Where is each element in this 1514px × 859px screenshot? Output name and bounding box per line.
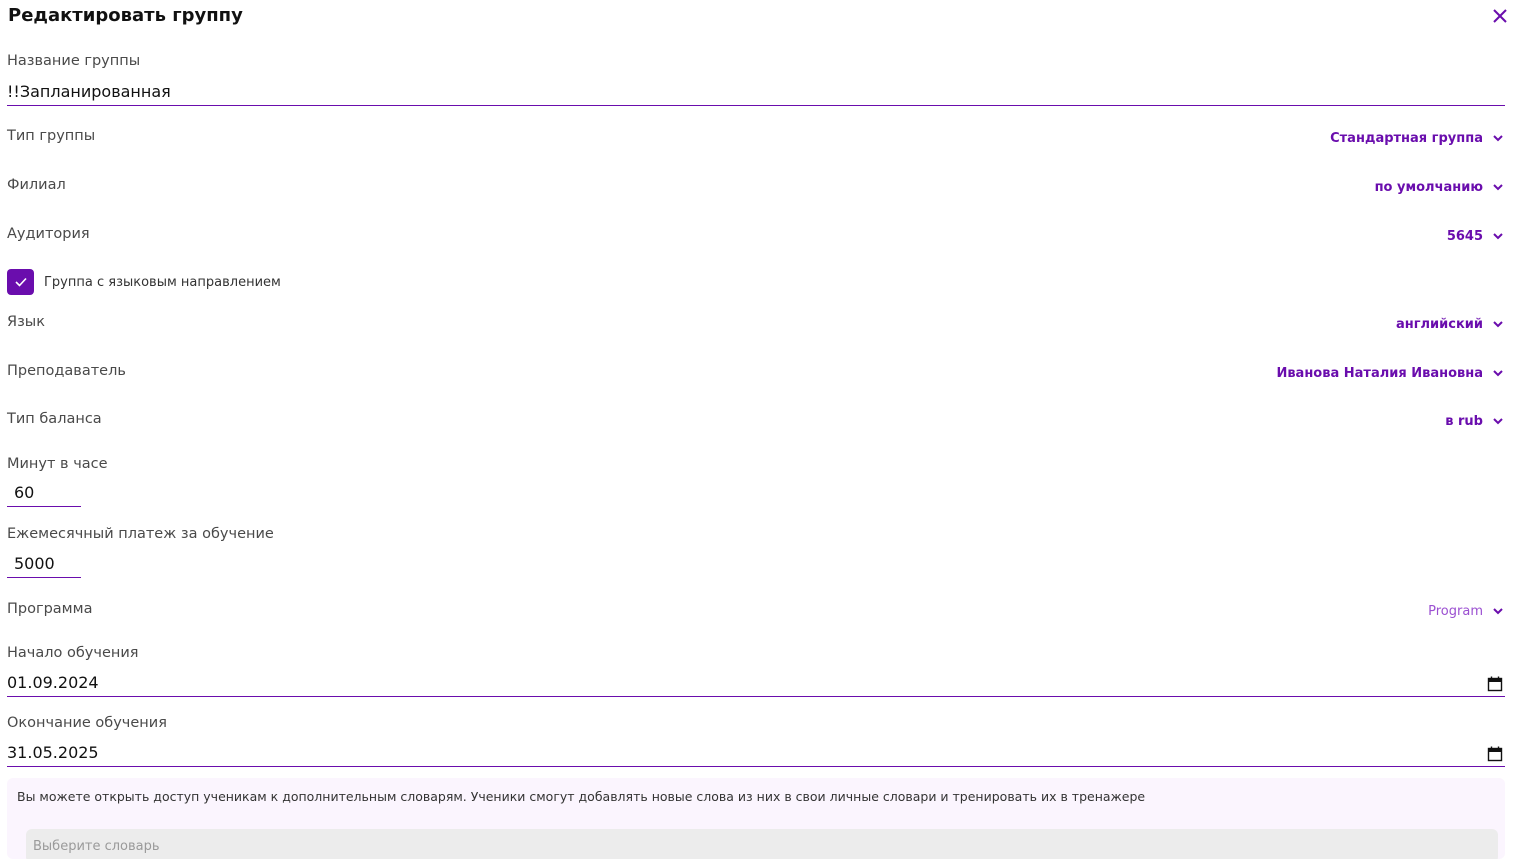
chevron-down-icon <box>1493 135 1503 142</box>
close-icon <box>1493 9 1507 23</box>
room-label: Аудитория <box>7 226 90 242</box>
teacher-select[interactable]: Иванова Наталия Ивановна <box>1276 361 1505 385</box>
balance-type-value: в rub <box>1445 413 1483 429</box>
minutes-per-hour-label: Минут в часе <box>7 456 108 472</box>
branch-select[interactable]: по умолчанию <box>1375 175 1505 199</box>
chevron-down-icon <box>1493 370 1503 377</box>
end-date-input[interactable]: 31.05.2025 <box>7 741 1505 767</box>
group-name-label: Название группы <box>7 53 141 69</box>
language-value: английский <box>1395 316 1483 332</box>
start-date-input[interactable]: 01.09.2024 <box>7 671 1505 697</box>
language-row: Язык английский <box>7 312 1505 336</box>
group-type-row: Тип группы Стандартная группа <box>7 126 1505 150</box>
teacher-value: Иванова Наталия Ивановна <box>1276 365 1483 381</box>
dialog-header: Редактировать группу <box>8 4 1508 28</box>
language-group-row: Группа с языковым направлением <box>7 269 281 295</box>
chevron-down-icon <box>1493 418 1503 425</box>
dictionary-select[interactable]: Выберите словарь <box>26 829 1498 859</box>
checkmark-icon <box>14 277 27 287</box>
start-date-label: Начало обучения <box>7 645 139 661</box>
end-date-value: 31.05.2025 <box>7 743 99 762</box>
program-row: Программа Program <box>7 599 1505 623</box>
program-select[interactable]: Program <box>1428 599 1505 623</box>
close-button[interactable] <box>1490 6 1510 26</box>
group-type-value: Стандартная группа <box>1330 130 1483 146</box>
dictionary-select-placeholder: Выберите словарь <box>33 839 160 854</box>
balance-type-row: Тип баланса в rub <box>7 409 1505 433</box>
room-select[interactable]: 5645 <box>1447 224 1505 248</box>
group-type-select[interactable]: Стандартная группа <box>1330 126 1505 150</box>
language-group-label: Группа с языковым направлением <box>44 274 281 290</box>
edit-group-dialog: Редактировать группу Название группы !!З… <box>0 0 1514 859</box>
end-date-label: Окончание обучения <box>7 715 167 731</box>
room-row: Аудитория 5645 <box>7 224 1505 248</box>
program-value: Program <box>1428 603 1483 619</box>
program-label: Программа <box>7 601 93 617</box>
language-group-checkbox[interactable] <box>7 269 34 295</box>
calendar-icon[interactable] <box>1487 746 1503 762</box>
branch-label: Филиал <box>7 177 66 193</box>
monthly-payment-label: Ежемесячный платеж за обучение <box>7 526 274 542</box>
balance-type-select[interactable]: в rub <box>1445 409 1505 433</box>
chevron-down-icon <box>1493 233 1503 240</box>
chevron-down-icon <box>1493 321 1503 328</box>
minutes-per-hour-input[interactable]: 60 <box>7 481 81 507</box>
teacher-label: Преподаватель <box>7 363 126 379</box>
branch-row: Филиал по умолчанию <box>7 175 1505 199</box>
language-select[interactable]: английский <box>1396 312 1505 336</box>
start-date-value: 01.09.2024 <box>7 673 99 692</box>
dialog-title: Редактировать группу <box>8 5 243 26</box>
language-label: Язык <box>7 314 45 330</box>
balance-type-label: Тип баланса <box>7 411 102 427</box>
branch-value: по умолчанию <box>1374 179 1483 195</box>
dictionaries-info-text: Вы можете открыть доступ ученикам к допо… <box>17 789 1146 804</box>
group-name-input[interactable]: !!Запланированная <box>7 80 1505 106</box>
teacher-row: Преподаватель Иванова Наталия Ивановна <box>7 361 1505 385</box>
room-value: 5645 <box>1446 228 1483 244</box>
chevron-down-icon <box>1493 184 1503 191</box>
group-type-label: Тип группы <box>7 128 96 144</box>
calendar-icon[interactable] <box>1487 676 1503 692</box>
chevron-down-icon <box>1493 608 1503 615</box>
dictionaries-panel: Вы можете открыть доступ ученикам к допо… <box>7 778 1505 859</box>
monthly-payment-input[interactable]: 5000 <box>7 552 81 578</box>
